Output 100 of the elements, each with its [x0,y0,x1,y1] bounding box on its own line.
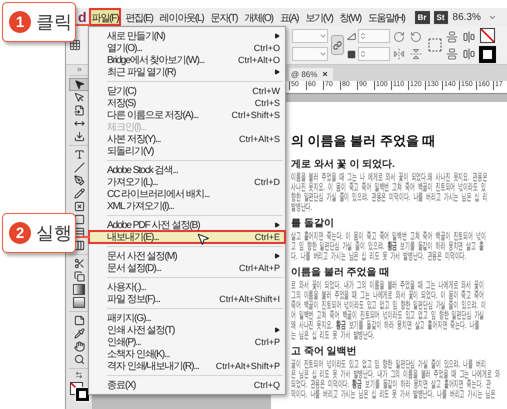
body-text-line: 그의 이름을 불러 주었을 때 그는 나에게로 와서 꽃이 되었다. 이 몸이 죽고 죽어 [291,291,484,301]
body-text-line: 왜 사나진 웃지요. 황금 보기를 돌같이 하라 뭉치면 살고 흩어지면 죽는다. 나를 [291,321,480,331]
type-icon [74,149,84,160]
close-button[interactable]: × [322,70,328,79]
stock-badge[interactable]: St [434,10,448,24]
menu-title[interactable]: 파일(F) [88,8,122,26]
note-icon [74,315,84,326]
menu-title[interactable]: 도움말(H) [364,8,408,26]
shortcut-text: Ctrl+D [253,177,280,187]
dropdown-field[interactable] [292,47,328,61]
reference-point-icon[interactable] [69,39,81,51]
menu-item[interactable]: 새로 만들기(N) [89,30,285,42]
shortcut-text: Ctrl+Alt+P [238,263,280,273]
menu-item[interactable]: 최근 파일 열기(R) [89,66,285,78]
menu-item[interactable]: 가져오기(L)... Ctrl+D [89,176,285,188]
copy-icon [74,271,84,282]
submenu-arrow-icon [274,253,280,259]
search-icon [74,354,84,365]
document-subheading: 게로 와서 꽃 이 되었다. [291,158,395,171]
menu-item[interactable]: 인쇄(P)... Ctrl+P [89,336,285,348]
stepper-icon [359,32,367,40]
menu-item[interactable]: XML 가져오기(I)... [89,200,285,212]
document-subheading: 고 죽어 일백번 [291,345,357,358]
menu-item[interactable]: 사본 저장(Y)... Ctrl+Alt+S [89,133,285,145]
cursor-icon [196,232,210,246]
zoom-level[interactable]: 86.3% [452,12,481,22]
flip-horizontal-icon[interactable] [393,48,405,60]
align-icon[interactable] [463,30,475,42]
crossed-square-icon [74,201,84,212]
link-icon [333,40,342,50]
menu-title[interactable]: 보기(V) [302,8,336,26]
menu-item[interactable]: 패키지(G)... [89,312,285,324]
menu-item[interactable]: 문서 사전 설정(M) [89,250,285,262]
shortcut-text: Ctrl+P [254,337,280,347]
body-text-line: 어 일백번 고쳐 죽어 백골이 진토되어 넋이라도 있고 없고 임 향한 일편단심 가실 [291,311,484,321]
shortcut-text: Ctrl+Alt+O [236,55,280,65]
align-icon[interactable] [446,48,458,60]
menu-item[interactable]: 파일 정보(F)... Ctrl+Alt+Shift+I [89,293,285,305]
swap-icon[interactable] [75,371,83,379]
body-text-line: 향한 일편단심 가실 줄이 있으랴. 관용은 미덕이다. 나를 버리고 가시는 님은 십 리 [291,193,488,203]
flip-vertical-icon[interactable] [410,48,422,60]
menu-item[interactable]: CC 라이브러리에서 배치... [89,188,285,200]
align-icon[interactable] [463,48,475,60]
menu-item[interactable]: 문서 설정(D)... Ctrl+Alt+P [89,262,285,274]
spin-field[interactable] [358,29,390,43]
menu-title[interactable]: 편집(E) [122,8,156,26]
menu-item[interactable]: 사용자(.)... [89,281,285,293]
menu-item[interactable]: 내보내기(E)... Ctrl+E [89,231,285,243]
bridge-badge[interactable]: Br [414,10,430,24]
collapse-icon[interactable] [76,66,82,73]
menu-title[interactable]: 표(A) [276,8,302,26]
step-label: 클릭 [36,11,72,34]
body-text-line: 골이 진토되어 넋이라도 있고 없고 임 향한 일편단심 가실 줄이 있으랴. 나를 버리 [291,360,486,370]
body-text-line: 발병난다. [291,203,312,213]
menu-item[interactable]: 되돌리기(V) [89,145,285,157]
link-button[interactable] [331,35,344,55]
rotate-clockwise-icon[interactable] [393,30,405,42]
body-text-line: 이름을 불러 주었을 때 그는 나 에게로 와서 꽃이 되었다.왜 사나진 웃지요. 관용은 [291,173,488,183]
tab-title: @ 86% [291,70,318,79]
step-label: 실행 [36,222,72,245]
dashed-frame-icon[interactable] [427,37,443,53]
menu-item[interactable]: Adobe PDF 사전 설정(B) [89,219,285,231]
document-subheading: 를 돌같이 [291,217,334,230]
menu-title[interactable]: 문자(T) [208,8,240,26]
menu-item[interactable]: 종료(X) Ctrl+Q [89,379,285,391]
menu-item[interactable]: 닫기(C) Ctrl+W [89,85,285,97]
chevron-down-icon [319,32,327,40]
menu-item[interactable]: 소책자 인쇄(K)... [89,348,285,360]
fill-stroke-swatches[interactable] [69,381,89,401]
hand-icon [74,341,84,352]
body-text-line: 덕이다. 나를 버리고 가시는 님은 십 리도 못 가서 발병난다. 나를 버리고 가시는 님은 [291,390,496,400]
body-text-line: 다. 나를 버리고 가시는 님은 십 리도 못 가서 발병난다. 관용은 미덕이다. [291,252,466,262]
stroke-swatch[interactable] [480,28,495,43]
submenu-arrow-icon [274,327,280,333]
menu-item[interactable]: 저장(S) Ctrl+S [89,97,285,109]
menu-title[interactable]: 레이아웃(L) [156,8,207,26]
page-icon [74,105,84,116]
shortcut-text: Ctrl+Shift+S [230,110,280,120]
spin-field[interactable] [358,47,390,61]
document-tab[interactable]: @ 86% × [289,68,333,81]
align-icon[interactable] [446,30,458,42]
gradient-swatch-icon [73,284,85,295]
rotate-counterclockwise-icon[interactable] [410,30,422,42]
gradient-feather-icon [73,297,85,308]
tool-button[interactable] [69,78,89,91]
submenu-arrow-icon [274,69,280,75]
menu-item[interactable]: Adobe Stock 검색... [89,164,285,176]
dropdown-field[interactable] [292,29,328,43]
body-text-line: 는 님은 십 리도 못 가서 발병난다. [291,331,374,341]
body-text-line: 사나진 웃지요. 이 몸이 죽고 죽어 일백번 고쳐 죽어 백골이 진토되어 넋이라도 있 [291,183,486,193]
body-text-line: 고 임 향한 일편단심 가실 줄이 있으랴. 황금 보기를 돌같이 하라 뭉치면 살고 흩 [291,242,484,252]
menu-item[interactable]: 열기(O)... Ctrl+O [89,42,285,54]
menu-item[interactable]: Bridge에서 찾아보기(W)... Ctrl+Alt+O [89,54,285,66]
fill-swatch[interactable] [480,47,495,62]
horizontal-arrows-icon [74,118,84,129]
menu-item[interactable]: 격자 인쇄/내보내기(R)... Ctrl+Alt+Shift+P [89,360,285,372]
menu-item[interactable]: 다른 이름으로 저장(A)... Ctrl+Shift+S [89,109,285,121]
menu-title[interactable]: 개체(O) [241,8,276,26]
menu-item[interactable]: 인쇄 사전 설정(T) [89,324,285,336]
menu-title[interactable]: 창(W) [336,8,364,26]
